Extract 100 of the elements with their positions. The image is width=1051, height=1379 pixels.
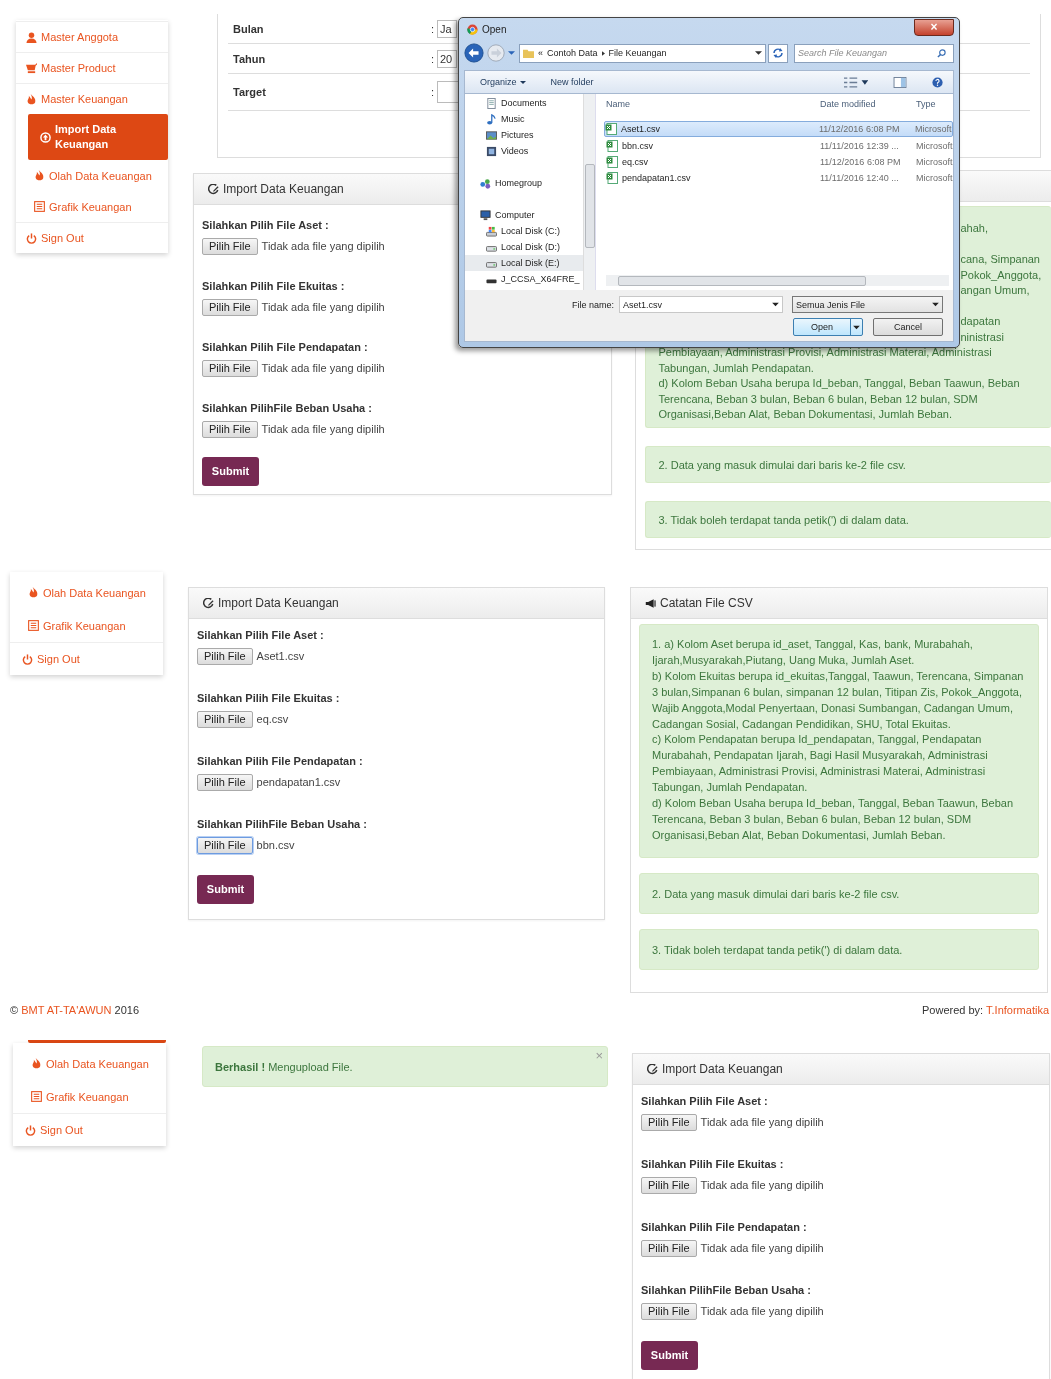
file-status: Tidak ada file yang dipilih (261, 423, 385, 435)
note-text: Pembiayaan, Administrasi Provisi, Administrasi Materai, Administrasi (658, 345, 993, 360)
user-icon (26, 31, 37, 43)
menu-item[interactable]: Sign Out (13, 1113, 166, 1146)
column-header[interactable]: Name (606, 99, 816, 109)
file-status: pendapatan1.csv (256, 776, 341, 788)
choose-file-button[interactable]: Pilih File (197, 773, 253, 791)
field-label: Silahkan Pilih File Aset : (197, 628, 324, 643)
note-text: 2. Data yang masuk dimulai dari baris ke-2 file csv. (652, 887, 900, 900)
input-field[interactable]: 20 (437, 49, 457, 68)
file-status: Tidak ada file yang dipilih (261, 301, 385, 313)
document-icon (486, 97, 497, 109)
note-text: 1. a) Kolom Aset berupa id_aset, Tanggal, Kas, bank, Murabahah, Ijarah,Musyarakah,Piutang, Uang Muka, Jumlah Aset. (652, 637, 974, 668)
credit-link[interactable]: T.Informatika (986, 1004, 1049, 1016)
spreadsheet-icon (605, 123, 617, 135)
file-row[interactable]: bbn.csv 11/11/2016 12:39 ... Microsoft (606, 138, 953, 153)
view-options-icon[interactable] (843, 76, 868, 88)
choose-file-button[interactable]: Pilih File (641, 1176, 697, 1194)
choose-file-button[interactable]: Pilih File (197, 710, 253, 728)
scrollbar[interactable] (583, 94, 595, 290)
choose-file-button[interactable]: Pilih File (202, 359, 258, 377)
menu-item[interactable]: Sign Out (10, 642, 163, 675)
file-row[interactable]: pendapatan1.csv 11/11/2016 12:40 ... Microsoft (606, 170, 953, 185)
search-icon (937, 48, 946, 58)
file-status: Tidak ada file yang dipilih (700, 1116, 824, 1128)
file-name-field[interactable]: Aset1.csv (619, 296, 783, 313)
card-title: Import Data Keuangan (218, 596, 339, 610)
note-text: cana, Simpanan (960, 252, 1041, 267)
choose-file-button[interactable]: Pilih File (202, 237, 258, 255)
file-status: bbn.csv (256, 839, 295, 851)
caret-icon (932, 302, 939, 307)
card-title: Import Data Keuangan (223, 182, 344, 196)
field-label: Silahkan Pilih File Pendapatan : (641, 1220, 807, 1235)
navigation-item[interactable]: Local Disk (C:) (465, 223, 583, 239)
navigation-item[interactable]: J_CCSA_X64FRE_ (465, 271, 583, 287)
choose-file-button[interactable]: Pilih File (641, 1239, 697, 1257)
system-disk-icon (486, 225, 497, 237)
dropdown-icon[interactable] (755, 50, 762, 56)
note-text: c) Kolom Pendapatan berupa Id_pendapatan, Tanggal, Pendapatan Murabahah, Pendapatan Ijarah, Bagi Hasil Musyarakah, Administrasi Pembiayaan, Administrasi Provisi, Administrasi Materai, Administrasi Tabungan, Jumlah Pendapatan. (652, 732, 989, 796)
file-row[interactable]: Aset1.csv 11/12/2016 6:08 PM Microsoft (604, 121, 953, 137)
choose-file-button[interactable]: Pilih File (202, 298, 258, 316)
menu-item[interactable]: Olah Data Keuangan (16, 160, 168, 191)
chevron-icon (601, 50, 605, 56)
submit-button[interactable]: Submit (202, 456, 259, 486)
cancel-button[interactable]: Cancel (873, 318, 943, 336)
help-icon[interactable] (932, 76, 943, 88)
menu-item[interactable]: Olah Data Keuangan (10, 576, 163, 609)
file-status: Tidak ada file yang dipilih (261, 362, 385, 374)
menu-item[interactable]: Grafik Keuangan (10, 609, 163, 642)
navigation-item[interactable]: Local Disk (E:) (465, 255, 583, 271)
column-header[interactable]: Type (916, 99, 953, 109)
menu-item[interactable]: Grafik Keuangan (13, 1080, 166, 1113)
choose-file-button[interactable]: Pilih File (641, 1113, 697, 1131)
address-bar[interactable]: « Contoh Data File Keuangan (519, 43, 766, 63)
navigation-item[interactable]: Videos (465, 143, 583, 159)
column-header[interactable]: Date modified (816, 99, 916, 109)
field-label: Silahkan Pilih File Aset : (202, 218, 329, 233)
path-segment[interactable]: File Keuangan (608, 48, 667, 58)
caret-icon (519, 79, 526, 85)
new-folder-button[interactable]: New folder (550, 77, 594, 87)
navigation-item[interactable]: Homegroup (465, 175, 583, 191)
choose-file-button[interactable]: Pilih File (197, 647, 253, 665)
note-text: ahah, (960, 221, 989, 236)
navigation-item[interactable]: Pictures (465, 127, 583, 143)
alert-message: Berhasil ! Mengupload File. (215, 1060, 353, 1073)
navigation-item[interactable]: Music (465, 111, 583, 127)
preview-pane-icon[interactable] (893, 76, 907, 88)
colon: : (431, 52, 436, 65)
choose-file-button[interactable]: Pilih File (197, 836, 253, 854)
field-label: Target (232, 86, 267, 98)
upload-icon (40, 131, 51, 143)
path-segment[interactable]: Contoh Data (547, 48, 598, 58)
input-field[interactable]: Ja (437, 19, 457, 38)
choose-file-button[interactable]: Pilih File (641, 1302, 697, 1320)
file-type-dropdown[interactable]: Semua Jenis File (792, 296, 943, 313)
scrollbar[interactable] (606, 275, 949, 286)
menu-item[interactable]: Grafik Keuangan (16, 191, 168, 222)
open-button[interactable]: Open (793, 318, 863, 336)
refresh-icon[interactable] (772, 47, 784, 59)
power-icon (22, 653, 33, 665)
search-field[interactable]: Search File Keuangan (794, 43, 954, 63)
submit-button[interactable]: Submit (641, 1340, 698, 1370)
submit-button[interactable]: Submit (197, 874, 254, 904)
navigation-item[interactable]: Computer (465, 207, 583, 223)
note-text: Pokok_Anggota, (960, 267, 1043, 283)
colon: : (431, 22, 436, 35)
menu-item[interactable]: Olah Data Keuangan (13, 1047, 166, 1080)
organize-menu[interactable]: Organize (480, 77, 526, 87)
file-row[interactable]: eq.csv 11/12/2016 6:08 PM Microsoft (606, 154, 953, 169)
back-icon[interactable] (464, 43, 484, 63)
navigation-item[interactable]: Documents (465, 95, 583, 111)
menu-item[interactable]: Import Data Keuangan (28, 114, 168, 160)
brand-link[interactable]: BMT AT-TA'AWUN (21, 1004, 112, 1016)
file-status: Tidak ada file yang dipilih (261, 240, 385, 252)
choose-file-button[interactable]: Pilih File (202, 420, 258, 438)
menu-item[interactable]: Sign Out (16, 222, 168, 253)
menu-item[interactable]: Master Product (16, 52, 168, 83)
menu-item[interactable]: Master Anggota (16, 21, 168, 52)
navigation-item[interactable]: Local Disk (D:) (465, 239, 583, 255)
spreadsheet-icon (606, 171, 618, 184)
